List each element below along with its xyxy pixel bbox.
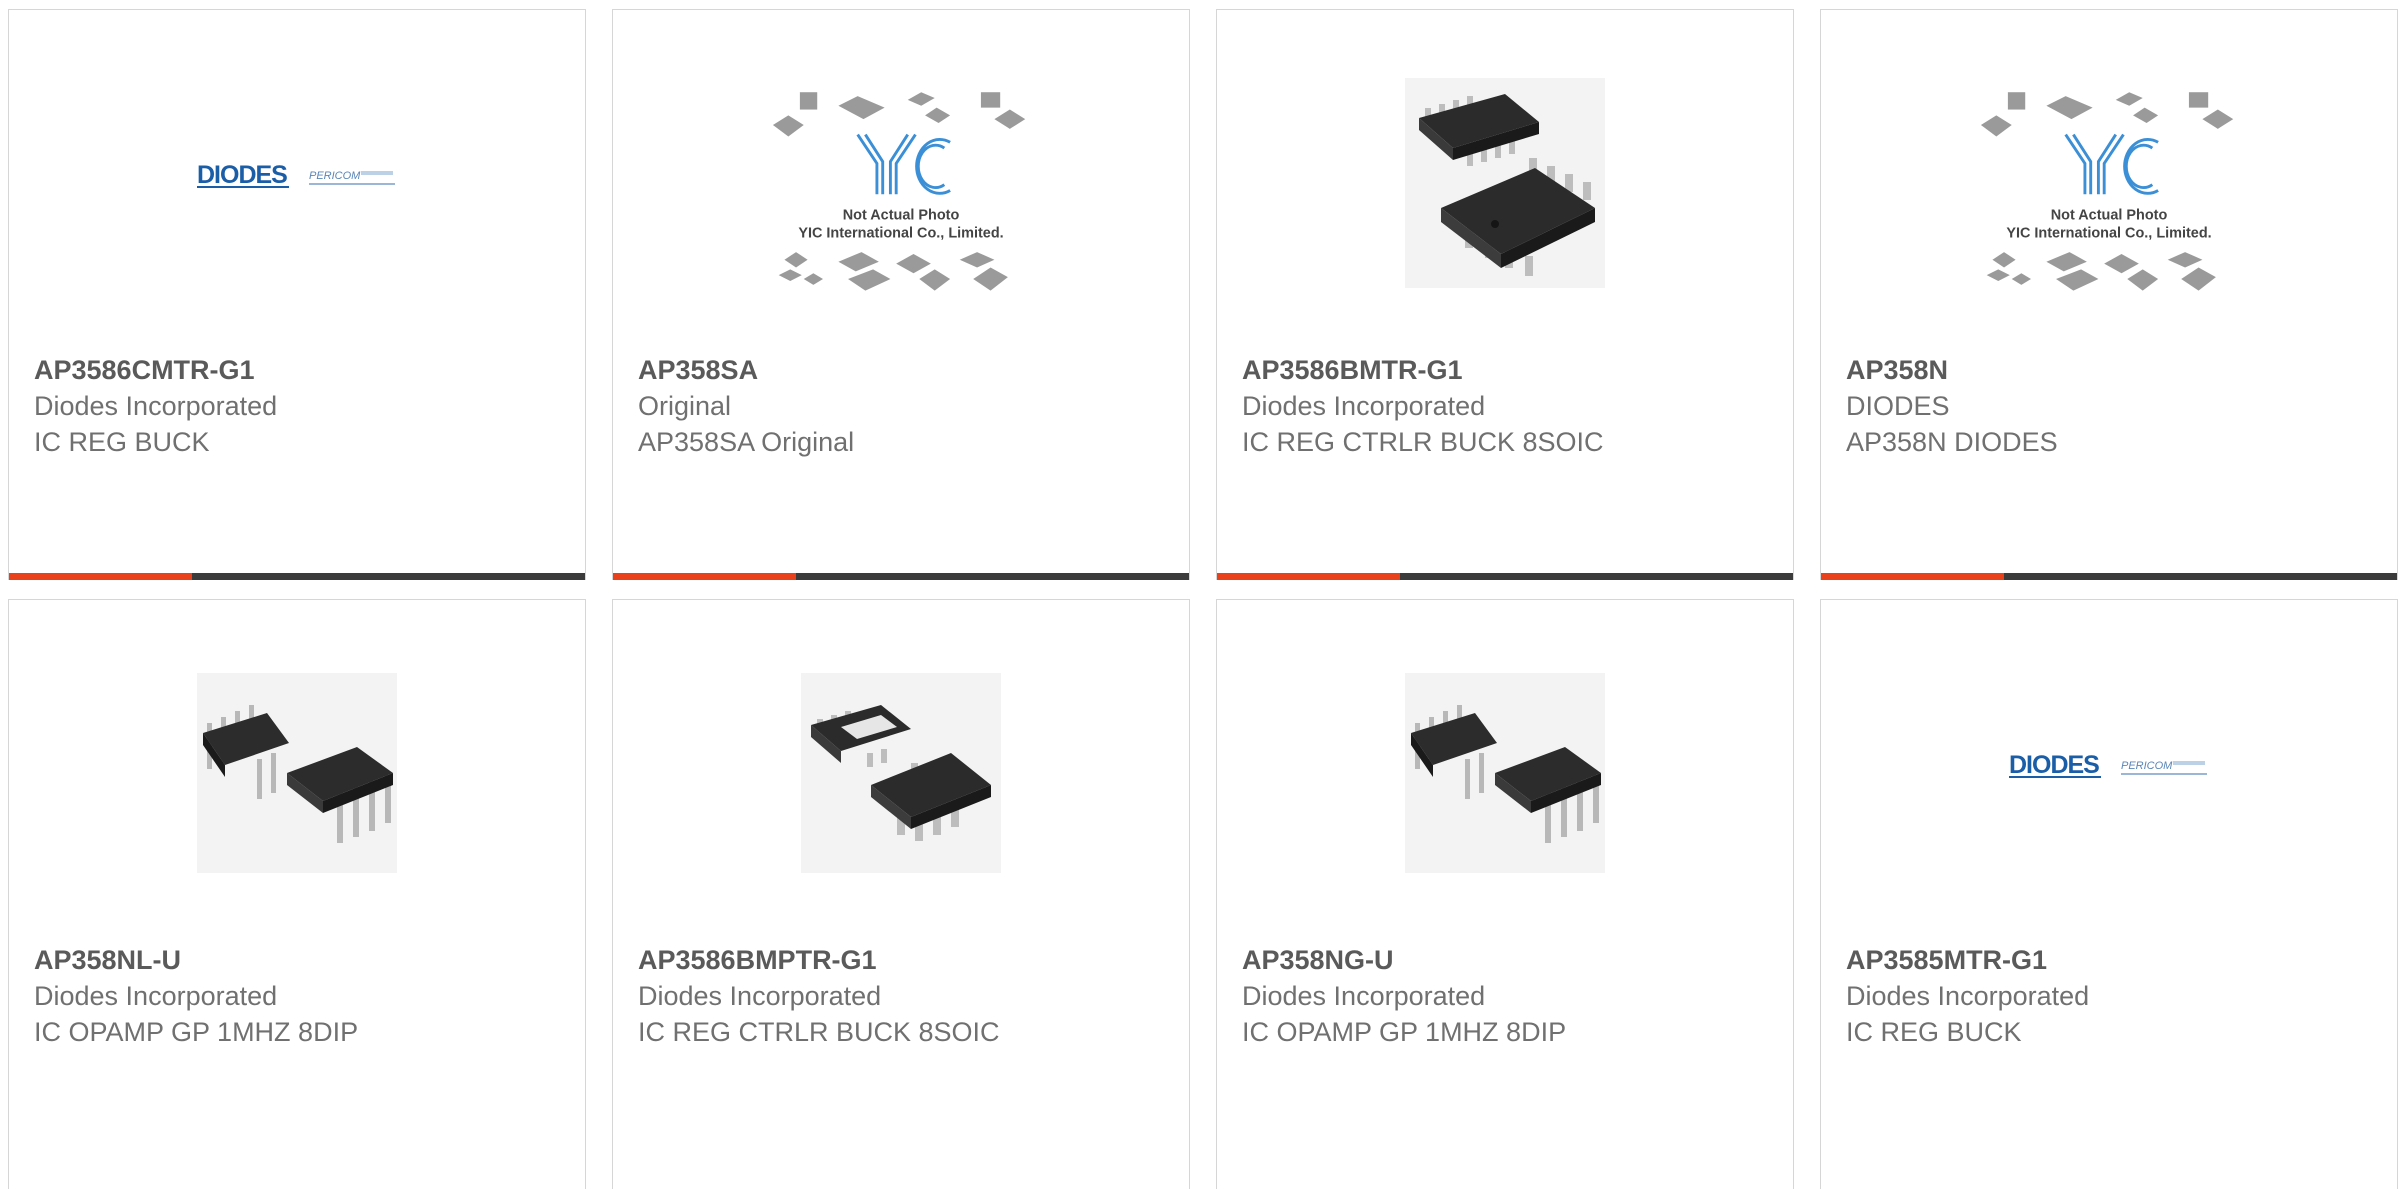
part-number[interactable]: AP3586BMTR-G1 [1242,352,1604,388]
yic-placeholder-icon: Not Actual Photo YIC International Co., … [1979,92,2239,307]
svg-text:DIODES: DIODES [197,161,287,189]
dip8-chip-icon [1375,668,1635,878]
manufacturer: Original [638,391,732,421]
description: IC REG CTRLR BUCK 8SOIC [1242,427,1604,457]
product-info: AP358SA Original AP358SA Original [638,352,854,460]
product-card[interactable]: DIODES PERICOM AP3586CMTR-G1 Diodes Inco… [8,9,586,580]
svg-text:Not Actual Photo: Not Actual Photo [2051,207,2168,223]
manufacturer: Diodes Incorporated [1846,981,2090,1011]
card-accent [613,573,796,580]
product-info: AP3586BMPTR-G1 Diodes Incorporated IC RE… [638,942,1000,1050]
card-accent [1821,573,2004,580]
product-card[interactable]: Not Actual Photo YIC International Co., … [1820,9,2398,580]
product-card[interactable]: AP3586BMPTR-G1 Diodes Incorporated IC RE… [612,599,1190,1189]
product-info: AP3586CMTR-G1 Diodes Incorporated IC REG… [34,352,277,460]
description: AP358N DIODES [1846,427,2058,457]
product-card[interactable]: Not Actual Photo YIC International Co., … [612,9,1190,580]
part-number[interactable]: AP358SA [638,352,854,388]
product-info: AP358NL-U Diodes Incorporated IC OPAMP G… [34,942,358,1050]
soic8-chip-icon [771,668,1031,878]
part-number[interactable]: AP3585MTR-G1 [1846,942,2089,978]
description: IC OPAMP GP 1MHZ 8DIP [1242,1017,1567,1047]
yic-placeholder-icon: Not Actual Photo YIC International Co., … [771,92,1031,307]
card-bottom-bar [1217,573,1793,580]
part-number[interactable]: AP3586CMTR-G1 [34,352,277,388]
manufacturer: Diodes Incorporated [34,391,278,421]
description: IC REG BUCK [34,427,210,457]
card-bottom-bar [613,573,1189,580]
part-number[interactable]: AP358NL-U [34,942,358,978]
svg-text:PERICOM: PERICOM [309,170,361,182]
product-card[interactable]: AP358NG-U Diodes Incorporated IC OPAMP G… [1216,599,1794,1189]
description: AP358SA Original [638,427,855,457]
svg-text:DIODES: DIODES [2009,751,2099,779]
svg-text:PERICOM: PERICOM [2121,760,2173,772]
manufacturer: Diodes Incorporated [638,981,882,1011]
diodes-logo-icon: DIODES PERICOM [167,72,427,282]
part-number[interactable]: AP358NG-U [1242,942,1566,978]
product-card[interactable]: AP358NL-U Diodes Incorporated IC OPAMP G… [8,599,586,1189]
diodes-logo-icon: DIODES PERICOM [1979,662,2239,872]
dip8-chip-icon [167,668,427,878]
description: IC REG BUCK [1846,1017,2022,1047]
product-info: AP3585MTR-G1 Diodes Incorporated IC REG … [1846,942,2089,1050]
manufacturer: Diodes Incorporated [34,981,278,1011]
part-number[interactable]: AP358N [1846,352,2058,388]
part-number[interactable]: AP3586BMPTR-G1 [638,942,1000,978]
card-accent [9,573,192,580]
card-bottom-bar [9,573,585,580]
description: IC OPAMP GP 1MHZ 8DIP [34,1017,359,1047]
product-card[interactable]: DIODES PERICOM AP3585MTR-G1 Diodes Incor… [1820,599,2398,1189]
svg-text:Not Actual Photo: Not Actual Photo [843,207,960,223]
manufacturer: DIODES [1846,391,1950,421]
product-info: AP358NG-U Diodes Incorporated IC OPAMP G… [1242,942,1566,1050]
manufacturer: Diodes Incorporated [1242,391,1486,421]
soic8-chip-icon [1375,78,1635,288]
manufacturer: Diodes Incorporated [1242,981,1486,1011]
product-info: AP3586BMTR-G1 Diodes Incorporated IC REG… [1242,352,1604,460]
card-accent [1217,573,1400,580]
svg-text:YIC International Co., Limited: YIC International Co., Limited. [2006,226,2211,242]
svg-text:YIC International Co., Limited: YIC International Co., Limited. [798,226,1003,242]
product-card[interactable]: AP3586BMTR-G1 Diodes Incorporated IC REG… [1216,9,1794,580]
product-info: AP358N DIODES AP358N DIODES [1846,352,2058,460]
card-bottom-bar [1821,573,2397,580]
description: IC REG CTRLR BUCK 8SOIC [638,1017,1000,1047]
